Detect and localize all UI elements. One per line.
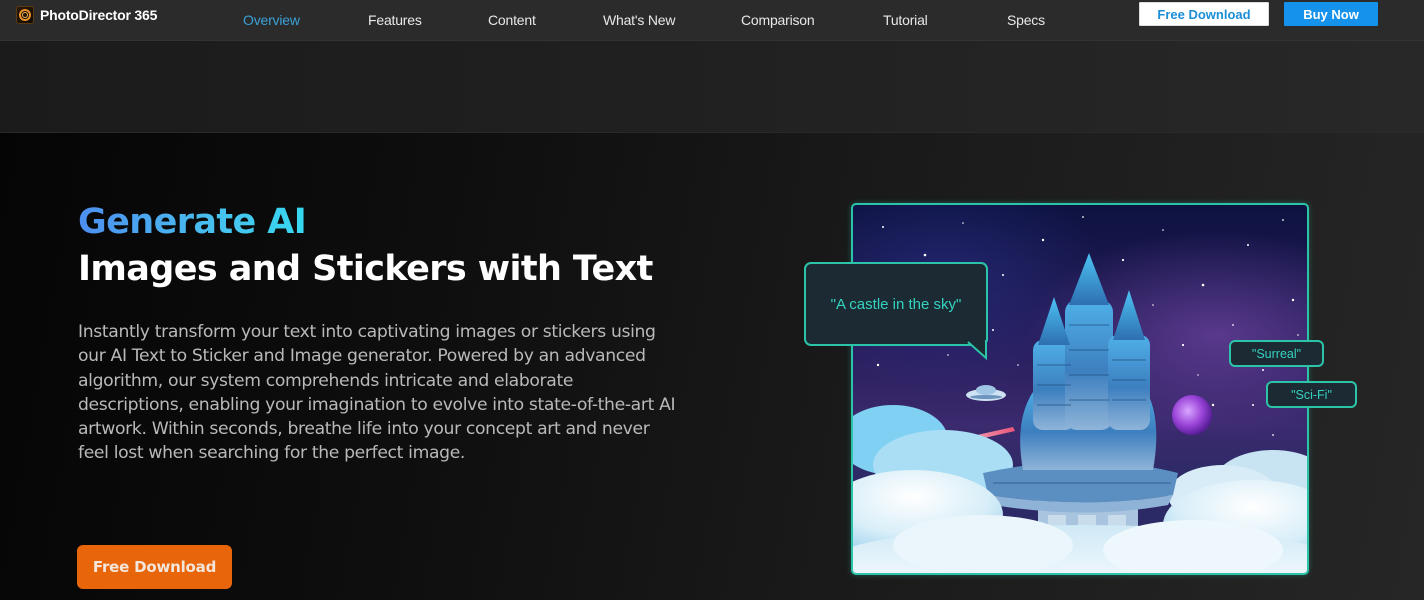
hero-title: Generate AI Images and Stickers with Tex… <box>78 199 653 293</box>
photodirector-logo-icon <box>16 6 34 24</box>
tag-bubble-sci-fi: "Sci-Fi" <box>1266 381 1357 408</box>
top-navigation: PhotoDirector 365 Overview Features Cont… <box>0 0 1424 40</box>
prompt-bubble: "A castle in the sky" <box>804 262 988 346</box>
ufo <box>966 385 1006 401</box>
hero-free-download-button[interactable]: Free Download <box>77 545 232 589</box>
buy-now-button[interactable]: Buy Now <box>1284 2 1378 26</box>
hero-section: Generate AI Images and Stickers with Tex… <box>0 133 1424 600</box>
nav-link-comparison[interactable]: Comparison <box>741 12 815 28</box>
hero-title-main: Images and Stickers with Text <box>78 249 653 289</box>
secondary-band <box>0 40 1424 135</box>
nav-link-overview[interactable]: Overview <box>243 12 300 28</box>
nav-link-tutorial[interactable]: Tutorial <box>883 12 928 28</box>
nav-link-whats-new[interactable]: What's New <box>603 12 675 28</box>
tag-bubble-surreal: "Surreal" <box>1229 340 1324 367</box>
brand-name: PhotoDirector 365 <box>40 7 158 23</box>
castle-in-sky-illustration <box>851 203 1309 575</box>
castle <box>983 253 1178 550</box>
free-download-button[interactable]: Free Download <box>1139 2 1269 26</box>
brand-link[interactable]: PhotoDirector 365 <box>16 6 157 24</box>
hero-title-accent: Generate AI <box>78 199 307 246</box>
nav-link-features[interactable]: Features <box>368 12 422 28</box>
purple-planet <box>1172 395 1212 435</box>
illustration-artwork <box>853 216 1307 573</box>
nav-link-specs[interactable]: Specs <box>1007 12 1045 28</box>
nav-link-content[interactable]: Content <box>488 12 536 28</box>
hero-description: Instantly transform your text into capti… <box>78 322 676 464</box>
